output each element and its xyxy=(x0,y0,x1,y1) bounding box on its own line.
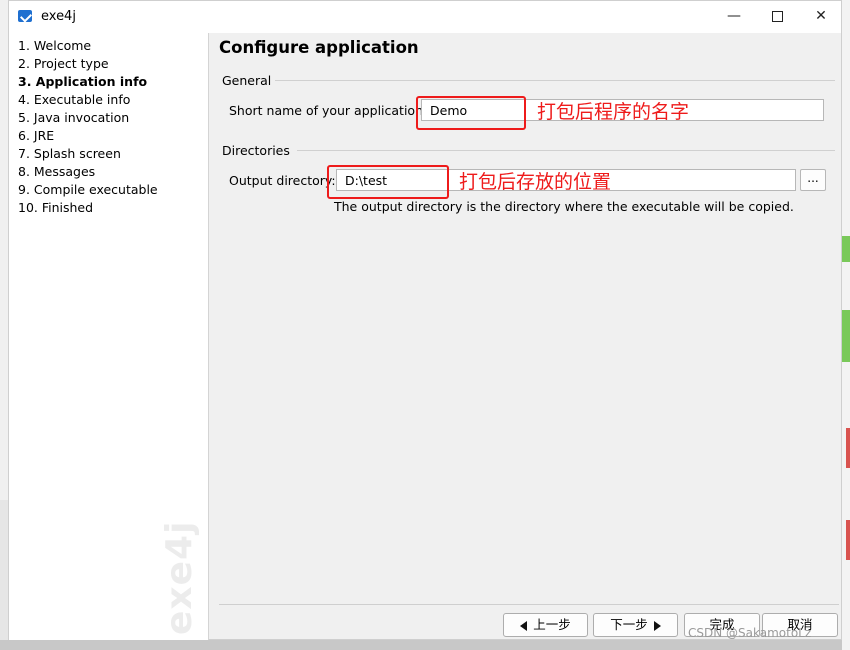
step-splash-screen[interactable]: 7. Splash screen xyxy=(18,146,121,161)
maximize-icon xyxy=(771,10,783,22)
section-directories-heading: Directories xyxy=(222,143,290,158)
app-icon xyxy=(18,10,32,22)
window-title: exe4j xyxy=(41,9,76,24)
close-button[interactable]: ✕ xyxy=(806,5,836,27)
background-accent xyxy=(842,236,850,262)
section-divider xyxy=(275,80,835,81)
arrow-left-icon xyxy=(520,620,528,631)
section-divider xyxy=(297,150,835,151)
footer-divider xyxy=(219,604,839,605)
step-executable-info[interactable]: 4. Executable info xyxy=(18,92,130,107)
output-directory-label: Output directory: xyxy=(229,173,336,188)
background-accent xyxy=(842,310,850,362)
csdn-watermark: CSDN @SakamotoLz xyxy=(688,626,812,640)
annotation-dir-note: 打包后存放的位置 xyxy=(459,171,612,193)
next-button-label: 下一步 xyxy=(610,617,648,632)
page-title: Configure application xyxy=(219,38,419,57)
main-panel: Configure application General Short name… xyxy=(209,33,841,640)
annotation-highlight-box xyxy=(416,96,526,130)
short-name-label: Short name of your application: xyxy=(229,103,428,118)
exe4j-logo-watermark: exe4j xyxy=(159,520,200,635)
step-jre[interactable]: 6. JRE xyxy=(18,128,54,143)
background-accent xyxy=(846,520,850,560)
step-welcome[interactable]: 1. Welcome xyxy=(18,38,91,53)
exe4j-window: exe4j — ✕ 1. Welcome 2. Project type 3. … xyxy=(8,0,842,640)
minimize-button[interactable]: — xyxy=(719,5,749,27)
step-project-type[interactable]: 2. Project type xyxy=(18,56,109,71)
next-button[interactable]: 下一步 xyxy=(593,613,678,637)
step-java-invocation[interactable]: 5. Java invocation xyxy=(18,110,129,125)
title-bar[interactable]: exe4j — ✕ xyxy=(9,1,841,33)
section-general-heading: General xyxy=(222,73,272,88)
background-accent xyxy=(846,428,850,468)
output-directory-hint: The output directory is the directory wh… xyxy=(334,199,794,214)
annotation-name-note: 打包后程序的名字 xyxy=(537,101,690,123)
background-bottom xyxy=(0,640,850,650)
step-finished[interactable]: 10. Finished xyxy=(18,200,93,215)
maximize-button[interactable] xyxy=(762,5,792,27)
step-compile-executable[interactable]: 9. Compile executable xyxy=(18,182,158,197)
browse-button[interactable]: ... xyxy=(800,169,826,191)
annotation-highlight-box xyxy=(327,165,449,199)
wizard-steps-sidebar: 1. Welcome 2. Project type 3. Applicatio… xyxy=(9,33,209,640)
step-messages[interactable]: 8. Messages xyxy=(18,164,95,179)
arrow-right-icon xyxy=(653,620,661,631)
step-application-info[interactable]: 3. Application info xyxy=(18,74,147,89)
back-button-label: 上一步 xyxy=(533,617,571,632)
back-button[interactable]: 上一步 xyxy=(503,613,588,637)
